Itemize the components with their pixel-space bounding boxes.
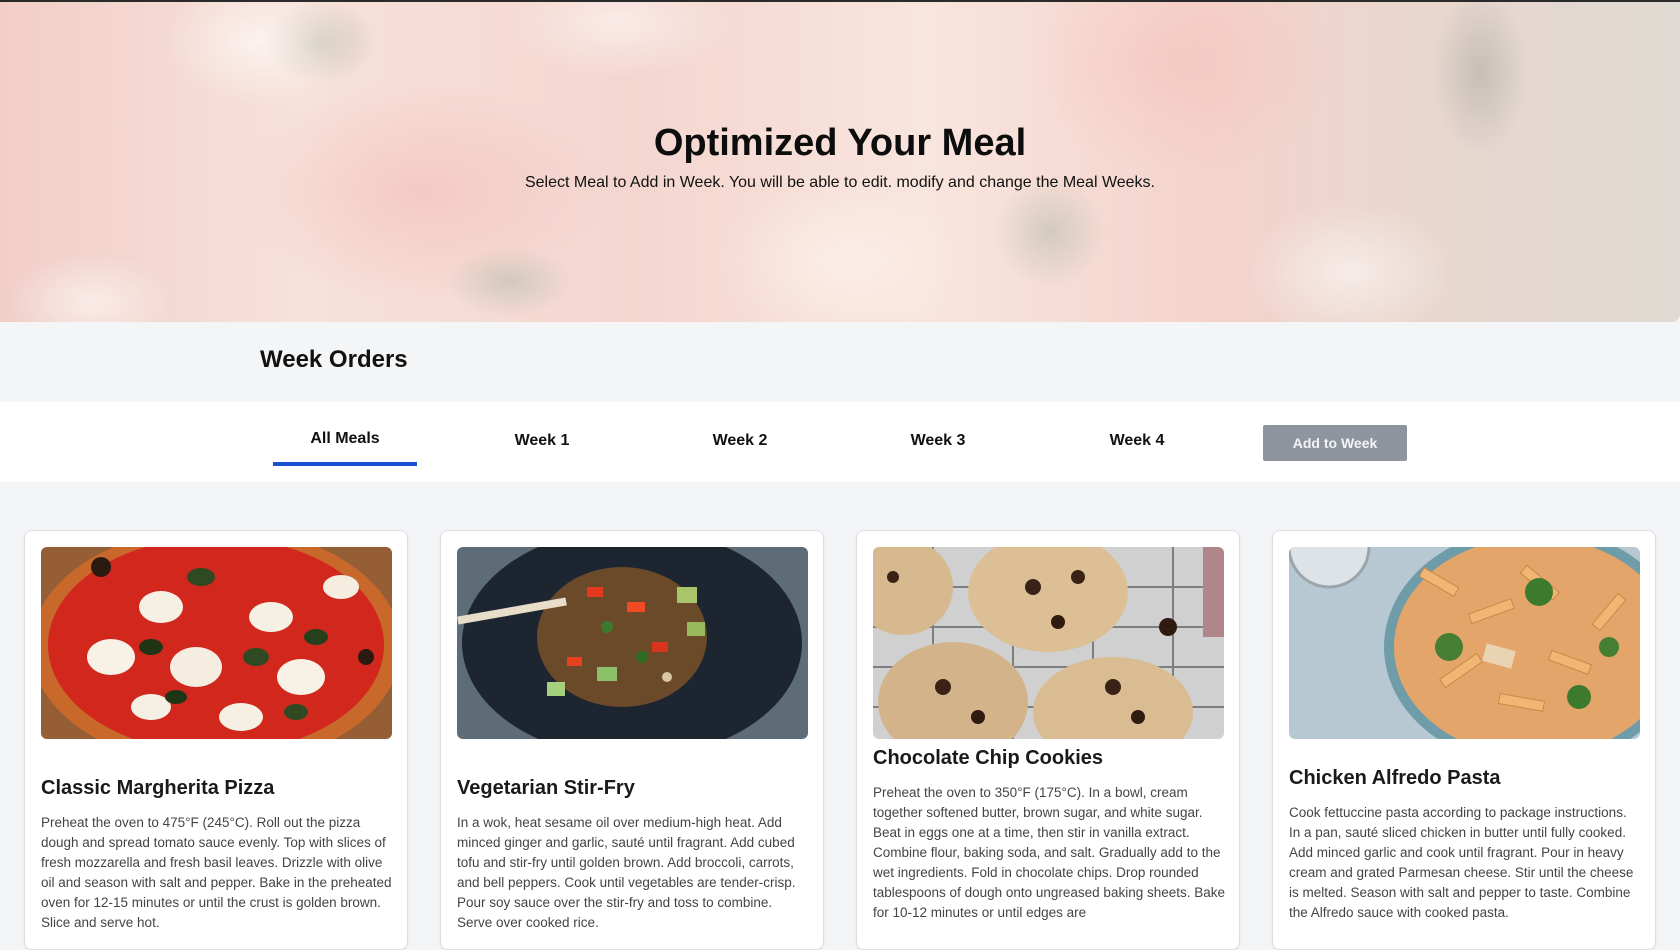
meal-description: Preheat the oven to 475°F (245°C). Roll … <box>41 815 392 930</box>
week-tabs: All Meals Week 1 Week 2 Week 3 Week 4 Ad… <box>0 402 1680 482</box>
tab-week-1[interactable]: Week 1 <box>470 432 614 468</box>
tab-week-3[interactable]: Week 3 <box>866 432 1010 468</box>
hero-banner: Optimized Your Meal Select Meal to Add i… <box>0 2 1680 322</box>
meal-card[interactable]: Chicken Alfredo Pasta Cook fettuccine pa… <box>1272 530 1656 950</box>
tab-label: All Meals <box>310 430 380 447</box>
margherita-pizza-image <box>41 547 392 739</box>
page-title: Optimized Your Meal <box>653 122 1027 164</box>
tab-label: Week 1 <box>514 432 570 449</box>
tab-label: Week 3 <box>910 432 966 449</box>
tab-week-2[interactable]: Week 2 <box>668 432 812 468</box>
meal-card[interactable]: Chocolate Chip Cookies Preheat the oven … <box>856 530 1240 950</box>
meal-title: Classic Margherita Pizza <box>41 777 275 799</box>
tab-label: Week 2 <box>712 432 768 449</box>
meal-title: Vegetarian Stir-Fry <box>457 777 635 799</box>
meal-card[interactable]: Classic Margherita Pizza Preheat the ove… <box>24 530 408 950</box>
tab-week-4[interactable]: Week 4 <box>1065 432 1209 468</box>
meal-title: Chicken Alfredo Pasta <box>1289 767 1501 789</box>
page-subtitle: Select Meal to Add in Week. You will be … <box>524 174 1155 191</box>
week-orders-header: Week Orders <box>0 322 1680 402</box>
chicken-alfredo-pasta-image <box>1289 547 1640 739</box>
meal-description: In a wok, heat sesame oil over medium-hi… <box>457 815 796 930</box>
meal-description: Preheat the oven to 350°F (175°C). In a … <box>873 785 1226 920</box>
week-orders-title: Week Orders <box>260 346 408 373</box>
meal-card[interactable]: Vegetarian Stir-Fry In a wok, heat sesam… <box>440 530 824 950</box>
add-to-week-button[interactable]: Add to Week <box>1263 425 1407 461</box>
tab-label: Week 4 <box>1109 432 1165 449</box>
meal-title: Chocolate Chip Cookies <box>873 747 1104 769</box>
chocolate-chip-cookies-image <box>873 547 1224 739</box>
tab-all-meals[interactable]: All Meals <box>273 430 417 466</box>
meal-description: Cook fettuccine pasta according to packa… <box>1289 805 1634 920</box>
stir-fry-image <box>457 547 808 739</box>
